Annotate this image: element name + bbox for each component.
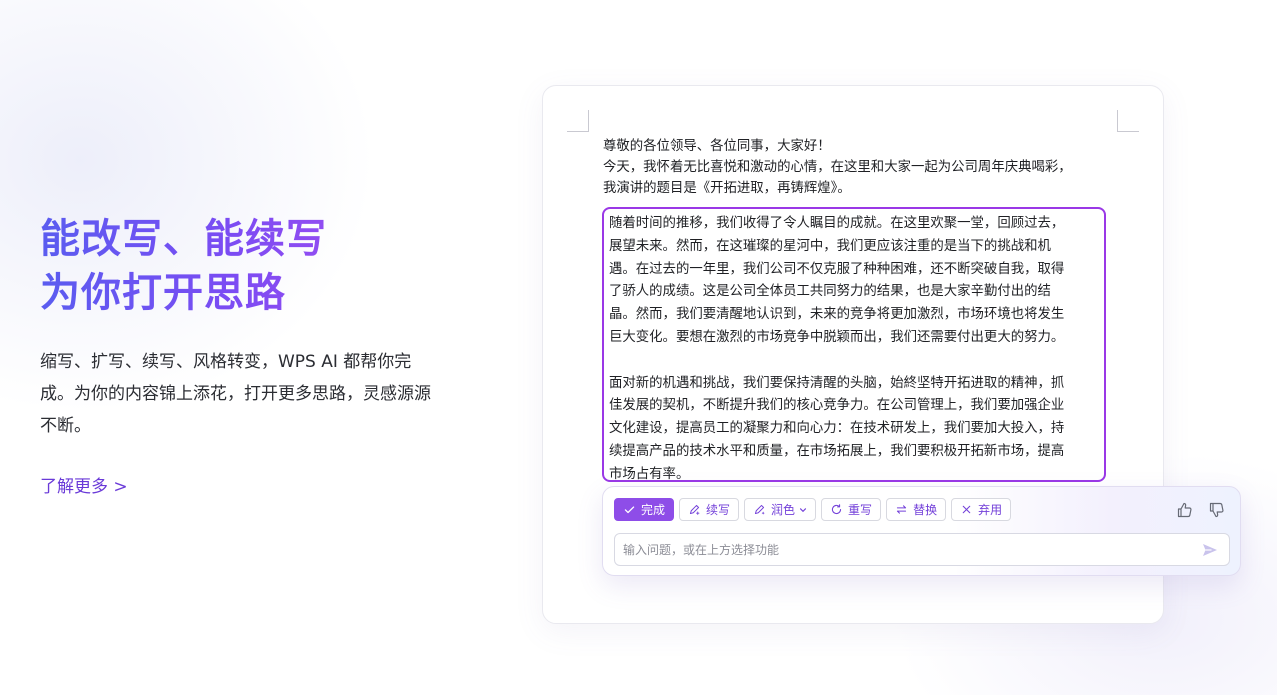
check-icon xyxy=(624,506,635,514)
selected-line: 佳发展的契机，不断提升我们的核心竞争力。在公司管理上，我们要加强企业 xyxy=(609,398,1065,414)
ai-question-box xyxy=(614,533,1230,566)
selected-line: 遇。在过去的一年里，我们公司不仅克服了种种困难，还不断突破自我，取得 xyxy=(609,261,1065,277)
selected-line: 展望未来。然而，在这璀璨的星河中，我们更应该注重的是当下的挑战和机 xyxy=(609,238,1051,254)
thumbs-down-icon[interactable] xyxy=(1208,501,1226,519)
done-button[interactable]: 完成 xyxy=(614,498,675,521)
continue-writing-button[interactable]: 续写 xyxy=(679,498,740,521)
replace-button[interactable]: 替换 xyxy=(886,498,947,521)
document-line: 尊敬的各位领导、各位同事，大家好！ xyxy=(603,139,831,154)
selected-line: 文化建设，提高员工的凝聚力和向心力：在技术研发上，我们要加大投入，持 xyxy=(609,421,1065,437)
hero-title-line2: 为你打开思路 xyxy=(40,266,460,320)
learn-more-link[interactable]: 了解更多 > xyxy=(40,472,128,497)
selected-line: 巨大变化。要想在激烈的市场竞争中脱颖而出，我们还需要付出更大的努力。 xyxy=(609,329,1065,345)
crop-mark-top-left xyxy=(567,110,589,132)
document-line: 今天，我怀着无比喜悦和激动的心情，在这里和大家一起为公司周年庆典喝彩， xyxy=(603,160,1072,175)
polish-label: 润色 xyxy=(771,503,796,517)
continue-writing-label: 续写 xyxy=(706,503,731,517)
selected-line: 续提高产品的技术水平和质量，在市场拓展上，我们要积极开拓新市场，提高 xyxy=(609,443,1065,459)
send-icon[interactable] xyxy=(1201,541,1219,559)
selected-line: 了骄人的成绩。这是公司全体员工共同努力的结果，也是大家辛勤付出的结 xyxy=(609,284,1051,300)
ai-toolbar: 完成 续写 润色 重写 替换 弃用 xyxy=(614,498,1012,521)
ai-question-input[interactable] xyxy=(623,534,1193,565)
crop-mark-top-right xyxy=(1117,110,1139,132)
hero-title: 能改写、能续写 为你打开思路 xyxy=(40,212,460,320)
rewrite-button[interactable]: 重写 xyxy=(821,498,882,521)
hero-section: 能改写、能续写 为你打开思路 缩写、扩写、续写、风格转变，WPS AI 都帮你完… xyxy=(40,212,460,497)
hero-description: 缩写、扩写、续写、风格转变，WPS AI 都帮你完成。为你的内容锦上添花，打开更… xyxy=(40,352,431,436)
chevron-down-icon xyxy=(799,507,807,512)
ai-assistant-panel: 完成 续写 润色 重写 替换 弃用 xyxy=(602,486,1241,576)
refresh-icon xyxy=(831,504,842,515)
selected-line: 面对新的机遇和挑战，我们要保持清醒的头脑，始終坚特开拓进取的精神，抓 xyxy=(609,375,1065,391)
document-line: 我演讲的题目是《开拓进取，再铸辉煌》。 xyxy=(603,181,851,196)
done-button-label: 完成 xyxy=(641,503,666,517)
selected-text-block[interactable]: 随着时间的推移，我们收得了令人瞩目的成就。在这里欢聚一堂，回顾过去， 展望未来。… xyxy=(602,207,1106,482)
feedback-group xyxy=(1176,501,1226,519)
close-icon xyxy=(962,505,971,514)
rewrite-label: 重写 xyxy=(848,503,873,517)
brush-sparkle-icon xyxy=(754,504,765,515)
selected-line: 晶。然而，我们要清醒地认识到，未来的竞争将更加激烈，市场环境也将发生 xyxy=(609,307,1065,323)
hero-title-line1: 能改写、能续写 xyxy=(40,212,460,266)
replace-label: 替换 xyxy=(913,503,938,517)
discard-button[interactable]: 弃用 xyxy=(951,498,1012,521)
swap-icon xyxy=(896,505,907,514)
polish-dropdown-button[interactable]: 润色 xyxy=(744,498,817,521)
document-body: 尊敬的各位领导、各位同事，大家好！ 今天，我怀着无比喜悦和激动的心情，在这里和大… xyxy=(603,136,1103,199)
pen-sparkle-icon xyxy=(689,504,700,515)
discard-label: 弃用 xyxy=(978,503,1003,517)
thumbs-up-icon[interactable] xyxy=(1176,501,1194,519)
selected-line: 市场占有率。 xyxy=(609,466,690,482)
selected-line: 随着时间的推移，我们收得了令人瞩目的成就。在这里欢聚一堂，回顾过去， xyxy=(609,216,1065,231)
